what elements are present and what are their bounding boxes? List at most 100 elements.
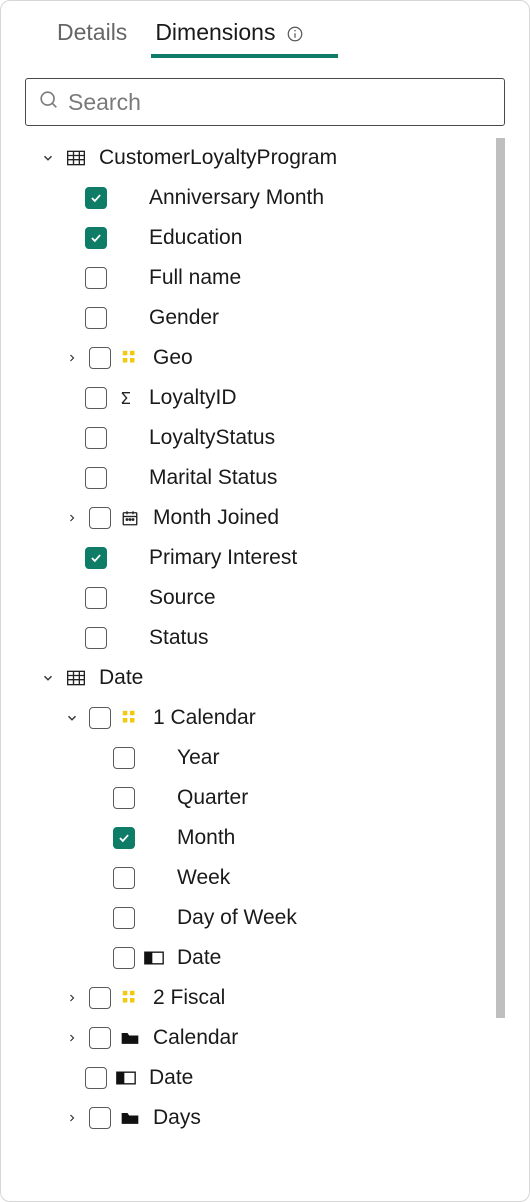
chevron-down-icon[interactable] <box>63 711 81 725</box>
checkbox[interactable] <box>89 707 111 729</box>
checkbox[interactable] <box>113 867 135 889</box>
tree-item-label: Status <box>145 626 209 650</box>
checkbox[interactable] <box>89 507 111 529</box>
tree-item[interactable]: Quarter <box>25 778 488 818</box>
scrollbar[interactable] <box>496 138 505 1183</box>
checkbox[interactable] <box>89 1107 111 1129</box>
checkbox[interactable] <box>85 427 107 449</box>
tree-item[interactable]: Geo <box>25 338 488 378</box>
hierarchy-icon <box>119 709 141 727</box>
checkbox[interactable] <box>85 1067 107 1089</box>
calendar-icon <box>119 509 141 527</box>
tree-item-label: LoyaltyID <box>145 386 237 410</box>
checkbox[interactable] <box>113 827 135 849</box>
checkbox[interactable] <box>85 227 107 249</box>
tree-item-label: LoyaltyStatus <box>145 426 275 450</box>
tree-item-label: Day of Week <box>173 906 297 930</box>
dimension-tree: CustomerLoyaltyProgram Anniversary Month… <box>25 138 488 1183</box>
tab-bar: Details Dimensions <box>25 19 505 52</box>
tree-item-label: Date <box>145 1066 193 1090</box>
checkbox[interactable] <box>85 267 107 289</box>
table-icon <box>65 149 87 167</box>
chevron-down-icon[interactable] <box>39 671 57 685</box>
date-field-icon <box>143 951 165 965</box>
scroll-thumb[interactable] <box>496 138 505 1018</box>
tree-item-label: Quarter <box>173 786 248 810</box>
tree-item[interactable]: Source <box>25 578 488 618</box>
tree-item[interactable]: Days <box>25 1098 488 1138</box>
tree-item[interactable]: Education <box>25 218 488 258</box>
info-icon[interactable] <box>286 25 304 43</box>
checkbox[interactable] <box>85 587 107 609</box>
tree-item[interactable]: Calendar <box>25 1018 488 1058</box>
tree-item[interactable]: Anniversary Month <box>25 178 488 218</box>
tree-item-label: Date <box>95 666 143 690</box>
tree-item-label: Primary Interest <box>145 546 297 570</box>
tree-item[interactable]: Week <box>25 858 488 898</box>
tree-item-label: Calendar <box>149 1026 238 1050</box>
checkbox[interactable] <box>113 907 135 929</box>
chevron-down-icon[interactable] <box>39 151 57 165</box>
folder-icon <box>119 1110 141 1126</box>
checkbox[interactable] <box>85 627 107 649</box>
tab-details[interactable]: Details <box>57 19 127 52</box>
tree-item-label: Geo <box>149 346 193 370</box>
chevron-right-icon[interactable] <box>63 992 81 1004</box>
chevron-right-icon[interactable] <box>63 352 81 364</box>
search-icon <box>38 89 68 116</box>
chevron-right-icon[interactable] <box>63 1112 81 1124</box>
tree-item[interactable]: Full name <box>25 258 488 298</box>
checkbox[interactable] <box>89 1027 111 1049</box>
tree-item-label: Education <box>145 226 242 250</box>
tree-item-label: Anniversary Month <box>145 186 324 210</box>
checkbox[interactable] <box>85 307 107 329</box>
tree-item[interactable]: Primary Interest <box>25 538 488 578</box>
checkbox[interactable] <box>85 547 107 569</box>
checkbox[interactable] <box>113 947 135 969</box>
tree-item-label: Year <box>173 746 219 770</box>
tree-item[interactable]: Year <box>25 738 488 778</box>
checkbox[interactable] <box>85 467 107 489</box>
tree-item[interactable]: Date <box>25 1058 488 1098</box>
tree-item[interactable]: Gender <box>25 298 488 338</box>
checkbox[interactable] <box>89 347 111 369</box>
tree-item-label: Date <box>173 946 221 970</box>
tree-item[interactable]: LoyaltyID <box>25 378 488 418</box>
tree-item-label: Month <box>173 826 235 850</box>
tree-item-label: 1 Calendar <box>149 706 256 730</box>
tree-item-label: Gender <box>145 306 219 330</box>
tab-dimensions-label: Dimensions <box>155 19 275 45</box>
tree-item-label: 2 Fiscal <box>149 986 225 1010</box>
checkbox[interactable] <box>85 187 107 209</box>
tab-dimensions[interactable]: Dimensions <box>155 19 304 52</box>
chevron-right-icon[interactable] <box>63 1032 81 1044</box>
tree-item-label: Full name <box>145 266 241 290</box>
tree-item[interactable]: 1 Calendar <box>25 698 488 738</box>
search-input[interactable] <box>68 89 492 116</box>
tree-item[interactable]: Date <box>25 938 488 978</box>
checkbox[interactable] <box>85 387 107 409</box>
tree-item[interactable]: 2 Fiscal <box>25 978 488 1018</box>
hierarchy-icon <box>119 989 141 1007</box>
checkbox[interactable] <box>89 987 111 1009</box>
tree-item[interactable]: Day of Week <box>25 898 488 938</box>
tree-item[interactable]: Month <box>25 818 488 858</box>
tree-item[interactable]: Status <box>25 618 488 658</box>
tree-item[interactable]: Marital Status <box>25 458 488 498</box>
search-box[interactable] <box>25 78 505 126</box>
checkbox[interactable] <box>113 747 135 769</box>
tree-item-label: Month Joined <box>149 506 279 530</box>
tree-group[interactable]: Date <box>25 658 488 698</box>
tree-item-label: Week <box>173 866 230 890</box>
dimensions-panel: Details Dimensions <box>0 0 530 1202</box>
tree-item-label: CustomerLoyaltyProgram <box>95 146 337 170</box>
tree-item[interactable]: LoyaltyStatus <box>25 418 488 458</box>
date-field-icon <box>115 1071 137 1085</box>
tree-group[interactable]: CustomerLoyaltyProgram <box>25 138 488 178</box>
tree-item-label: Marital Status <box>145 466 277 490</box>
tree-item-label: Days <box>149 1106 201 1130</box>
checkbox[interactable] <box>113 787 135 809</box>
folder-icon <box>119 1030 141 1046</box>
chevron-right-icon[interactable] <box>63 512 81 524</box>
tree-item[interactable]: Month Joined <box>25 498 488 538</box>
